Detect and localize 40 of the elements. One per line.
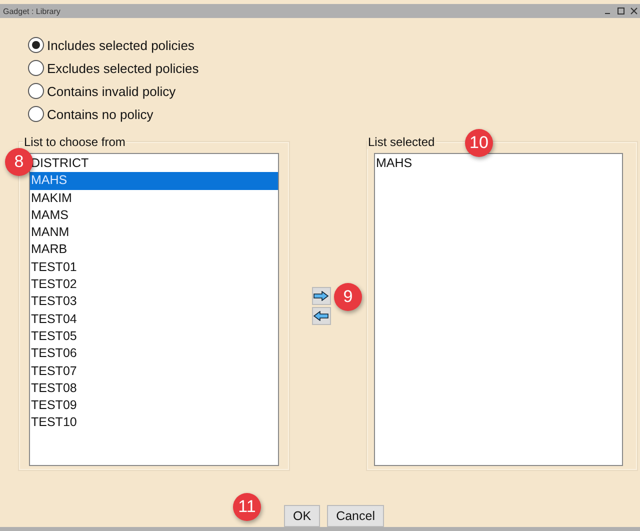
- list-item[interactable]: MAMS: [30, 206, 278, 224]
- radio-option[interactable]: Contains no policy: [28, 105, 638, 123]
- move-left-button[interactable]: [312, 307, 330, 325]
- list-item[interactable]: MAKIM: [30, 190, 278, 207]
- radio-button[interactable]: [28, 106, 44, 122]
- list-item[interactable]: TEST03: [30, 293, 278, 311]
- list-item[interactable]: TEST10: [30, 414, 278, 432]
- radio-option[interactable]: Excludes selected policies: [28, 59, 638, 77]
- radio-button[interactable]: [28, 60, 44, 76]
- list-item[interactable]: TEST09: [30, 397, 278, 414]
- ok-button[interactable]: OK: [284, 505, 320, 527]
- list-box[interactable]: MAHS: [374, 153, 623, 466]
- list-item[interactable]: MARB: [30, 241, 278, 259]
- group-title: List to choose from: [23, 135, 126, 149]
- list-item[interactable]: TEST02: [30, 276, 278, 294]
- right-arrow-icon: [313, 291, 329, 301]
- radio-option[interactable]: Contains invalid policy: [28, 82, 638, 100]
- group-title: List selected: [367, 135, 436, 149]
- callout-badge: 9: [334, 283, 362, 311]
- list-item[interactable]: TEST01: [30, 258, 278, 276]
- list-item[interactable]: TEST06: [30, 345, 278, 363]
- radio-button[interactable]: [28, 83, 44, 99]
- callout-badge: 8: [5, 148, 33, 176]
- maximize-icon[interactable]: [617, 7, 625, 15]
- list-item[interactable]: TEST07: [30, 362, 278, 380]
- list-item[interactable]: MAHS: [30, 172, 278, 190]
- radio-button[interactable]: [28, 37, 44, 53]
- list-item[interactable]: TEST05: [30, 328, 278, 346]
- cancel-button[interactable]: Cancel: [327, 505, 384, 527]
- list-item[interactable]: TEST08: [30, 380, 278, 398]
- list-item[interactable]: TEST04: [30, 310, 278, 328]
- move-right-button[interactable]: [312, 287, 330, 305]
- close-icon[interactable]: [630, 7, 638, 15]
- list-item[interactable]: MAHS: [375, 155, 622, 172]
- radio-option[interactable]: Includes selected policies: [28, 36, 638, 54]
- list-item[interactable]: MANM: [30, 224, 278, 242]
- window-title: Gadget : Library: [3, 6, 60, 16]
- left-arrow-icon: [313, 311, 329, 321]
- callout-badge: 10: [465, 129, 493, 157]
- callout-badge: 11: [233, 493, 261, 521]
